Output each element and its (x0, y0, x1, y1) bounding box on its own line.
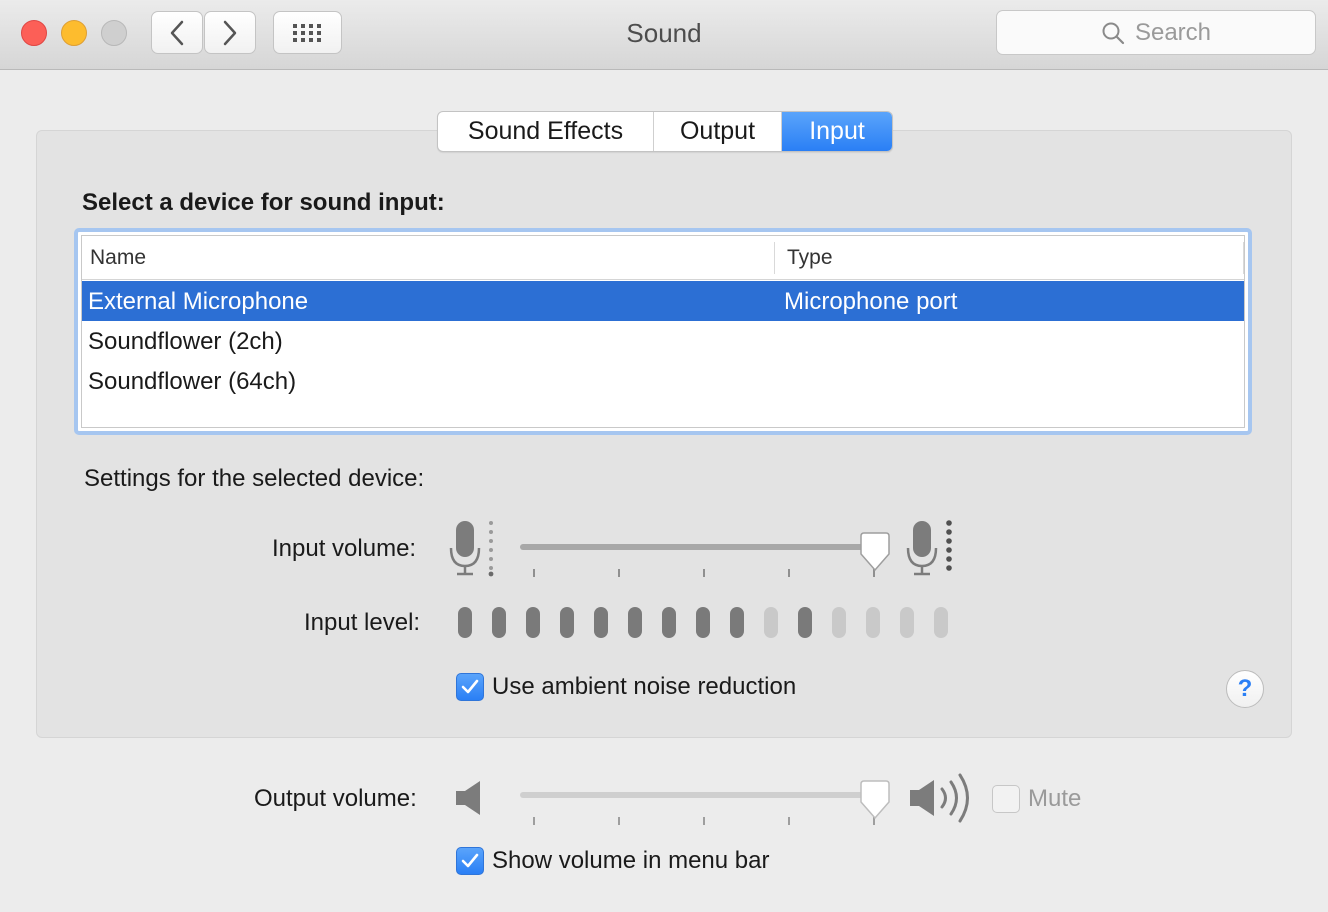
table-row[interactable]: Soundflower (64ch) (82, 361, 1244, 401)
mute-label[interactable]: Mute (1028, 785, 1081, 813)
input-level-label: Input level: (304, 609, 421, 636)
tab-output[interactable]: Output (654, 112, 782, 151)
level-segment (730, 607, 744, 638)
level-segment (628, 607, 642, 638)
input-volume-label: Input volume: (272, 535, 417, 562)
search-input[interactable]: Search (996, 10, 1316, 55)
level-segment (492, 607, 506, 638)
level-segment (934, 607, 948, 638)
input-volume-knob[interactable] (858, 532, 892, 572)
table-row[interactable]: External Microphone Microphone port (82, 281, 1244, 321)
level-segment (696, 607, 710, 638)
level-segment (866, 607, 880, 638)
checkmark-icon (461, 679, 479, 694)
noise-reduction-label[interactable]: Use ambient noise reduction (492, 673, 796, 701)
level-segment (798, 607, 812, 638)
output-volume-knob[interactable] (858, 780, 892, 820)
show-volume-checkbox[interactable] (456, 847, 484, 875)
column-header-name[interactable]: Name (90, 246, 146, 270)
level-segment (594, 607, 608, 638)
device-type: Microphone port (784, 288, 958, 315)
level-segment (458, 607, 472, 638)
level-segment (662, 607, 676, 638)
level-segment (560, 607, 574, 638)
checkmark-icon (461, 853, 479, 868)
input-device-table[interactable]: Name Type External Microphone Microphone… (74, 228, 1252, 435)
tab-input[interactable]: Input (782, 112, 892, 151)
table-header: Name Type (82, 236, 1244, 280)
device-name: External Microphone (88, 288, 309, 315)
mute-checkbox[interactable] (992, 785, 1020, 813)
search-icon (1102, 22, 1125, 44)
device-name: Soundflower (64ch) (88, 368, 297, 395)
tab-sound-effects[interactable]: Sound Effects (438, 112, 654, 151)
noise-reduction-checkbox[interactable] (456, 673, 484, 701)
output-volume-label: Output volume: (254, 785, 417, 812)
column-header-type[interactable]: Type (787, 246, 833, 270)
show-volume-label[interactable]: Show volume in menu bar (492, 847, 769, 875)
search-placeholder: Search (1134, 18, 1212, 46)
table-row[interactable]: Soundflower (2ch) (82, 321, 1244, 361)
speaker-low-icon (456, 781, 480, 815)
microphone-low-icon (449, 521, 494, 577)
tab-bar: Sound Effects Output Input (437, 111, 893, 152)
device-name: Soundflower (2ch) (88, 328, 283, 355)
speaker-high-icon (910, 773, 969, 823)
settings-heading: Settings for the selected device: (84, 465, 425, 492)
level-segment (764, 607, 778, 638)
microphone-high-icon (906, 520, 952, 576)
level-segment (832, 607, 846, 638)
help-button[interactable]: ? (1226, 670, 1264, 708)
level-segment (526, 607, 540, 638)
level-segment (900, 607, 914, 638)
input-device-heading: Select a device for sound input: (82, 189, 445, 216)
title-bar: Sound Search (0, 0, 1328, 70)
